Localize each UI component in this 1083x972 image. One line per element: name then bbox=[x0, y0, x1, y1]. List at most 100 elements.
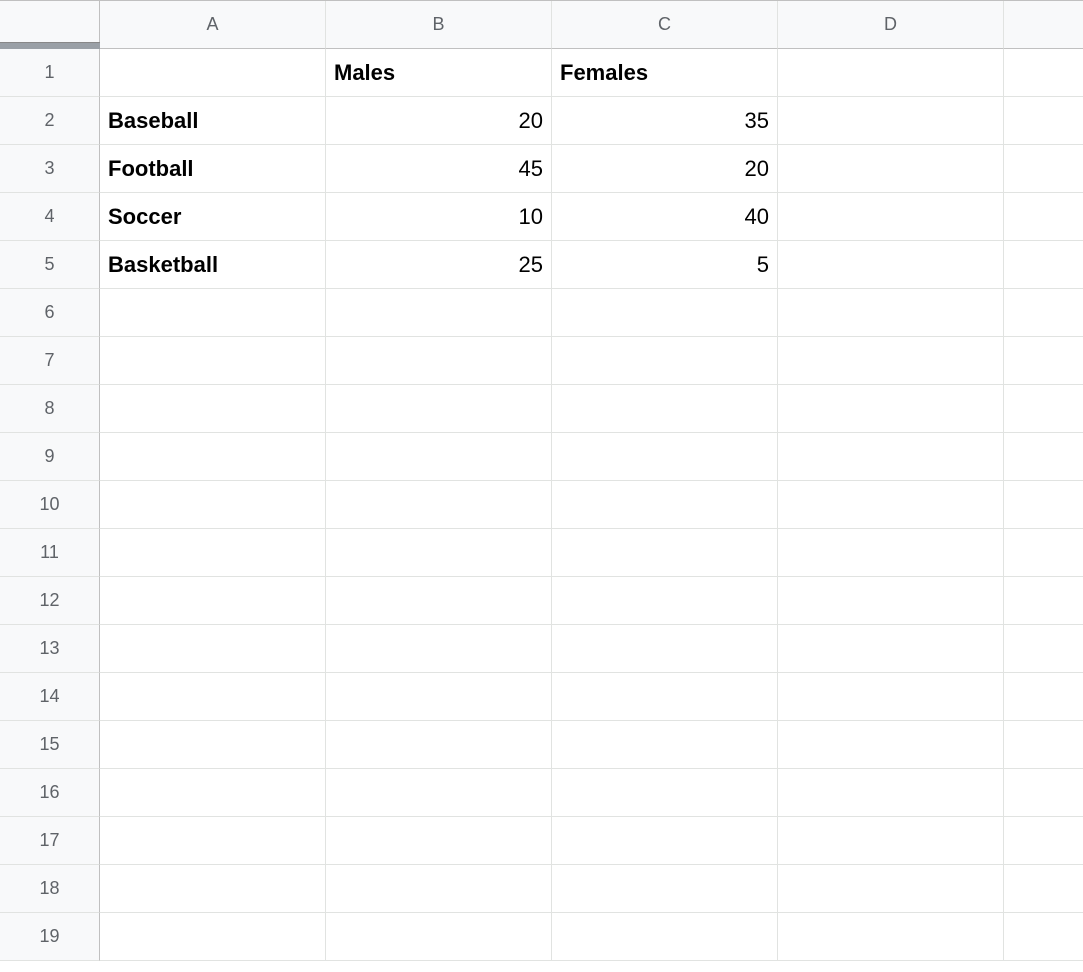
cell-E15[interactable] bbox=[1004, 721, 1083, 769]
cell-B8[interactable] bbox=[326, 385, 552, 433]
cell-B14[interactable] bbox=[326, 673, 552, 721]
row-header-10[interactable]: 10 bbox=[0, 481, 100, 529]
spreadsheet-grid[interactable]: A B C D 1 Males Females 2 Baseball 20 35… bbox=[0, 0, 1083, 961]
cell-C17[interactable] bbox=[552, 817, 778, 865]
cell-D9[interactable] bbox=[778, 433, 1004, 481]
cell-C15[interactable] bbox=[552, 721, 778, 769]
cell-E10[interactable] bbox=[1004, 481, 1083, 529]
cell-E16[interactable] bbox=[1004, 769, 1083, 817]
cell-B1[interactable]: Males bbox=[326, 49, 552, 97]
row-header-13[interactable]: 13 bbox=[0, 625, 100, 673]
cell-D13[interactable] bbox=[778, 625, 1004, 673]
cell-A10[interactable] bbox=[100, 481, 326, 529]
cell-C9[interactable] bbox=[552, 433, 778, 481]
cell-A17[interactable] bbox=[100, 817, 326, 865]
row-header-14[interactable]: 14 bbox=[0, 673, 100, 721]
cell-E2[interactable] bbox=[1004, 97, 1083, 145]
cell-B7[interactable] bbox=[326, 337, 552, 385]
cell-C3[interactable]: 20 bbox=[552, 145, 778, 193]
cell-E8[interactable] bbox=[1004, 385, 1083, 433]
cell-A16[interactable] bbox=[100, 769, 326, 817]
cell-B6[interactable] bbox=[326, 289, 552, 337]
cell-A4[interactable]: Soccer bbox=[100, 193, 326, 241]
col-header-A[interactable]: A bbox=[100, 1, 326, 49]
cell-A19[interactable] bbox=[100, 913, 326, 961]
cell-A8[interactable] bbox=[100, 385, 326, 433]
cell-D7[interactable] bbox=[778, 337, 1004, 385]
cell-D16[interactable] bbox=[778, 769, 1004, 817]
row-header-2[interactable]: 2 bbox=[0, 97, 100, 145]
cell-C13[interactable] bbox=[552, 625, 778, 673]
row-header-19[interactable]: 19 bbox=[0, 913, 100, 961]
cell-E18[interactable] bbox=[1004, 865, 1083, 913]
cell-B3[interactable]: 45 bbox=[326, 145, 552, 193]
cell-E7[interactable] bbox=[1004, 337, 1083, 385]
cell-B2[interactable]: 20 bbox=[326, 97, 552, 145]
cell-C18[interactable] bbox=[552, 865, 778, 913]
cell-B11[interactable] bbox=[326, 529, 552, 577]
cell-C16[interactable] bbox=[552, 769, 778, 817]
row-header-5[interactable]: 5 bbox=[0, 241, 100, 289]
row-header-6[interactable]: 6 bbox=[0, 289, 100, 337]
cell-C7[interactable] bbox=[552, 337, 778, 385]
cell-E11[interactable] bbox=[1004, 529, 1083, 577]
cell-C14[interactable] bbox=[552, 673, 778, 721]
row-header-15[interactable]: 15 bbox=[0, 721, 100, 769]
cell-A2[interactable]: Baseball bbox=[100, 97, 326, 145]
cell-D8[interactable] bbox=[778, 385, 1004, 433]
cell-E13[interactable] bbox=[1004, 625, 1083, 673]
cell-A6[interactable] bbox=[100, 289, 326, 337]
cell-C4[interactable]: 40 bbox=[552, 193, 778, 241]
cell-A5[interactable]: Basketball bbox=[100, 241, 326, 289]
row-header-18[interactable]: 18 bbox=[0, 865, 100, 913]
cell-A18[interactable] bbox=[100, 865, 326, 913]
cell-D10[interactable] bbox=[778, 481, 1004, 529]
cell-C12[interactable] bbox=[552, 577, 778, 625]
cell-A9[interactable] bbox=[100, 433, 326, 481]
cell-D14[interactable] bbox=[778, 673, 1004, 721]
cell-A1[interactable] bbox=[100, 49, 326, 97]
cell-A13[interactable] bbox=[100, 625, 326, 673]
cell-D4[interactable] bbox=[778, 193, 1004, 241]
row-header-7[interactable]: 7 bbox=[0, 337, 100, 385]
cell-A12[interactable] bbox=[100, 577, 326, 625]
cell-C2[interactable]: 35 bbox=[552, 97, 778, 145]
cell-B13[interactable] bbox=[326, 625, 552, 673]
row-header-4[interactable]: 4 bbox=[0, 193, 100, 241]
cell-D19[interactable] bbox=[778, 913, 1004, 961]
cell-B10[interactable] bbox=[326, 481, 552, 529]
select-all-corner[interactable] bbox=[0, 1, 100, 49]
row-header-3[interactable]: 3 bbox=[0, 145, 100, 193]
col-header-extra[interactable] bbox=[1004, 1, 1083, 49]
col-header-D[interactable]: D bbox=[778, 1, 1004, 49]
cell-D11[interactable] bbox=[778, 529, 1004, 577]
cell-C6[interactable] bbox=[552, 289, 778, 337]
cell-B5[interactable]: 25 bbox=[326, 241, 552, 289]
cell-B12[interactable] bbox=[326, 577, 552, 625]
row-header-12[interactable]: 12 bbox=[0, 577, 100, 625]
cell-E4[interactable] bbox=[1004, 193, 1083, 241]
cell-C11[interactable] bbox=[552, 529, 778, 577]
cell-D1[interactable] bbox=[778, 49, 1004, 97]
cell-B16[interactable] bbox=[326, 769, 552, 817]
cell-B9[interactable] bbox=[326, 433, 552, 481]
cell-E19[interactable] bbox=[1004, 913, 1083, 961]
cell-A15[interactable] bbox=[100, 721, 326, 769]
cell-B18[interactable] bbox=[326, 865, 552, 913]
col-header-C[interactable]: C bbox=[552, 1, 778, 49]
row-header-11[interactable]: 11 bbox=[0, 529, 100, 577]
row-header-17[interactable]: 17 bbox=[0, 817, 100, 865]
cell-B4[interactable]: 10 bbox=[326, 193, 552, 241]
cell-E3[interactable] bbox=[1004, 145, 1083, 193]
cell-B15[interactable] bbox=[326, 721, 552, 769]
cell-D17[interactable] bbox=[778, 817, 1004, 865]
cell-B17[interactable] bbox=[326, 817, 552, 865]
cell-E17[interactable] bbox=[1004, 817, 1083, 865]
cell-C8[interactable] bbox=[552, 385, 778, 433]
cell-D2[interactable] bbox=[778, 97, 1004, 145]
cell-D15[interactable] bbox=[778, 721, 1004, 769]
row-header-9[interactable]: 9 bbox=[0, 433, 100, 481]
cell-D5[interactable] bbox=[778, 241, 1004, 289]
cell-D6[interactable] bbox=[778, 289, 1004, 337]
cell-E14[interactable] bbox=[1004, 673, 1083, 721]
